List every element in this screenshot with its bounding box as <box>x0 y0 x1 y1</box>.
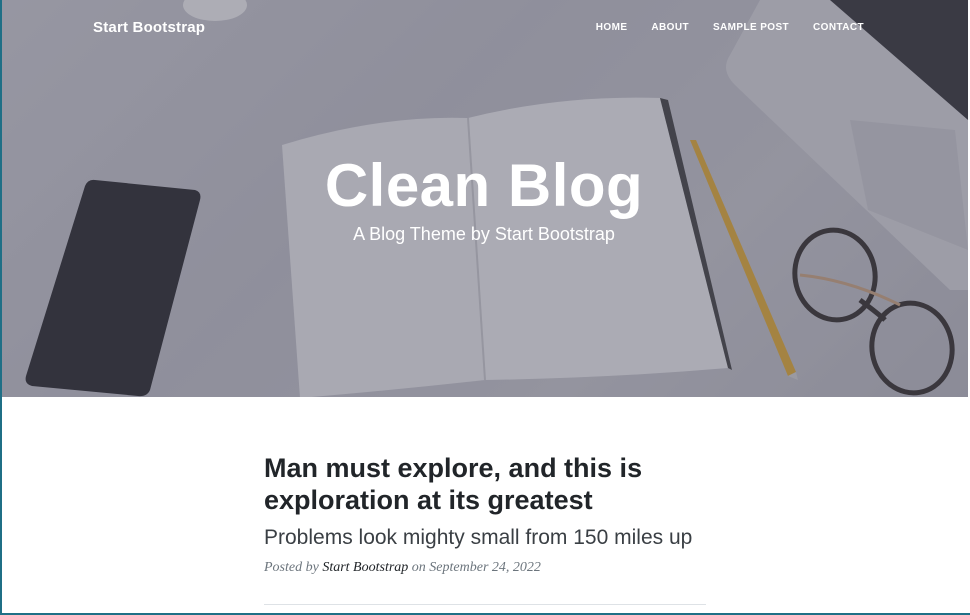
nav-links: HOME ABOUT SAMPLE POST CONTACT <box>596 22 864 33</box>
post-date: September 24, 2022 <box>429 560 541 575</box>
nav-link-home[interactable]: HOME <box>596 22 628 33</box>
post-meta-prefix: Posted by <box>264 560 319 575</box>
post-author-link[interactable]: Start Bootstrap <box>322 560 408 575</box>
site-subtitle: A Blog Theme by Start Bootstrap <box>353 224 615 244</box>
post-preview: Man must explore, and this is exploratio… <box>264 452 706 576</box>
site-title: Clean Blog <box>324 152 644 219</box>
post-meta: Posted by Start Bootstrap on September 2… <box>264 560 706 576</box>
window-frame-left <box>0 0 2 615</box>
post-meta-on: on <box>411 560 426 575</box>
post-divider <box>264 604 706 605</box>
navbar: Start Bootstrap HOME ABOUT SAMPLE POST C… <box>0 0 968 60</box>
brand-link[interactable]: Start Bootstrap <box>93 19 205 36</box>
nav-link-about[interactable]: ABOUT <box>651 22 689 33</box>
site-heading: Clean Blog A Blog Theme by Start Bootstr… <box>0 150 968 245</box>
post-subtitle[interactable]: Problems look mighty small from 150 mile… <box>264 524 706 552</box>
post-title-link[interactable]: Man must explore, and this is exploratio… <box>264 452 706 516</box>
nav-link-contact[interactable]: CONTACT <box>813 22 864 33</box>
masthead: Start Bootstrap HOME ABOUT SAMPLE POST C… <box>0 0 968 397</box>
nav-link-sample-post[interactable]: SAMPLE POST <box>713 22 789 33</box>
